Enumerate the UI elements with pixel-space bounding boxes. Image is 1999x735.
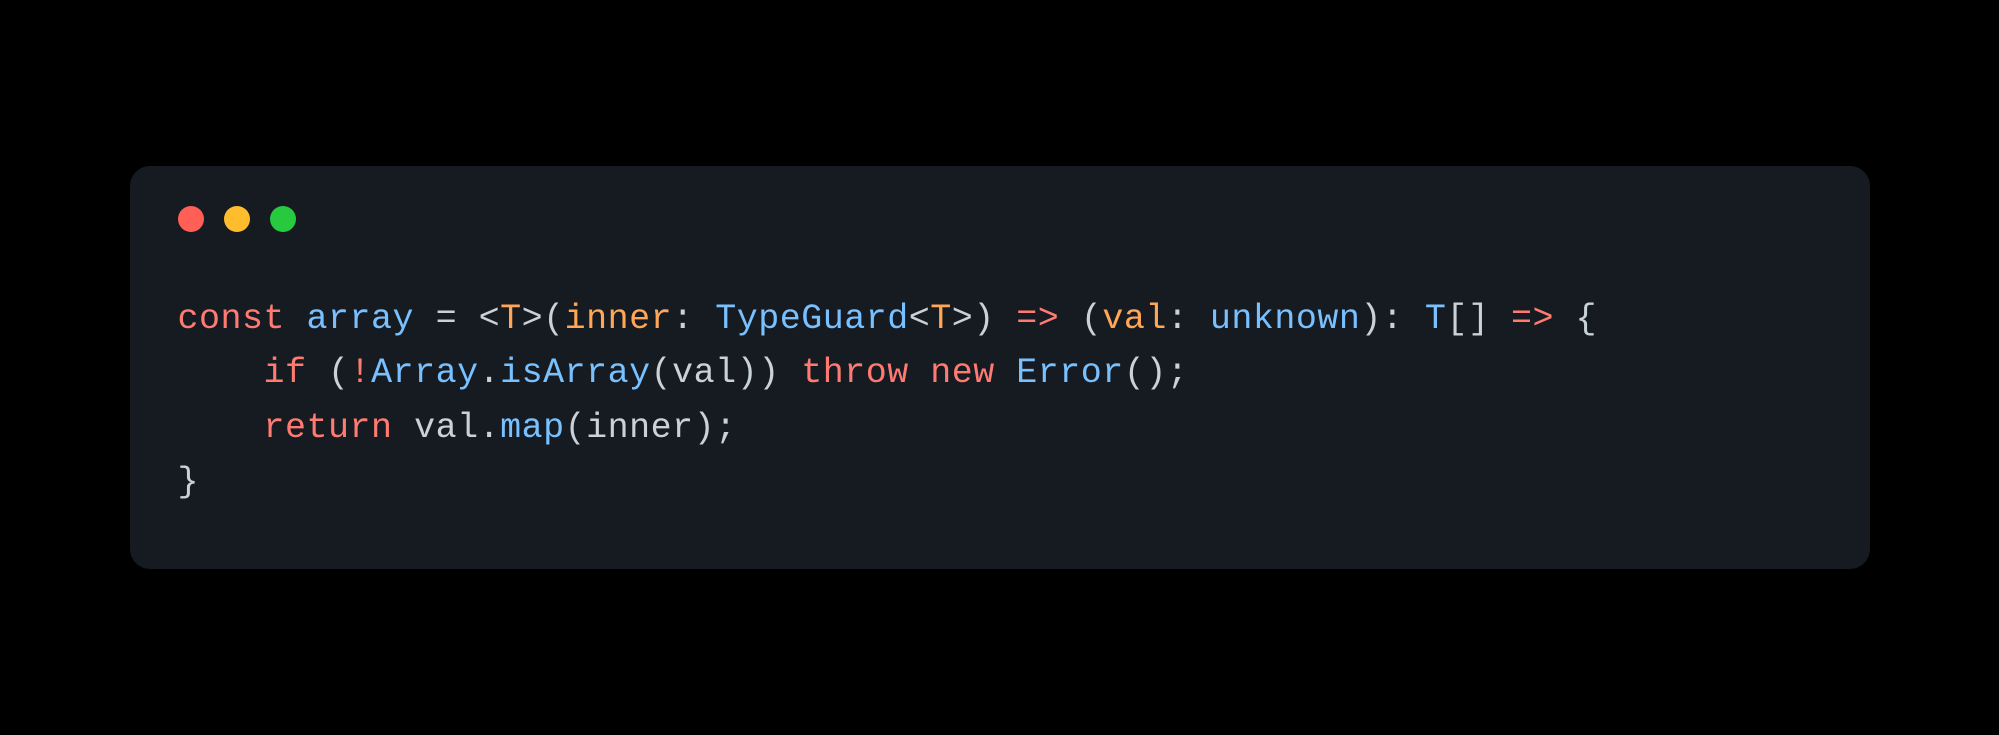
arrow-operator: => [1489,299,1575,339]
operator-not: ! [350,353,372,393]
keyword-return: return [264,408,393,448]
paren-close: ) [737,353,759,393]
type-typeguard: TypeGuard [715,299,909,339]
keyword-new: new [930,353,995,393]
method-map: map [500,408,565,448]
brace-open: { [1575,299,1597,339]
ident-inner: inner [586,408,694,448]
keyword-if: if [264,353,307,393]
angle-close: > [952,299,974,339]
function-name: array [307,299,415,339]
call-parens: () [1124,353,1167,393]
code-line-2: if (!Array.isArray(val)) throw new Error… [178,353,1189,393]
close-icon[interactable] [178,206,204,232]
class-error: Error [1016,353,1124,393]
paren-open: ( [307,353,350,393]
param-val: val [1102,299,1167,339]
space [393,408,415,448]
colon: : [1167,299,1210,339]
generic-type: T [500,299,522,339]
angle-open: < [479,299,501,339]
dot: . [479,353,501,393]
array-brackets: [] [1446,299,1489,339]
paren-open: ( [565,408,587,448]
paren-close: ) [694,408,716,448]
paren-open: ( [543,299,565,339]
semicolon: ; [1167,353,1189,393]
colon: : [1382,299,1425,339]
arrow-operator: => [995,299,1081,339]
space [909,353,931,393]
code-block: const array = <T>(inner: TypeGuard<T>) =… [178,292,1822,509]
paren-close: ) [973,299,995,339]
paren-open: ( [1081,299,1103,339]
keyword-const: const [178,299,286,339]
indent [178,408,264,448]
paren-close: ) [758,353,801,393]
code-line-3: return val.map(inner); [178,408,737,448]
return-type-t: T [1425,299,1447,339]
paren-open: ( [651,353,673,393]
param-inner: inner [565,299,673,339]
space [995,353,1017,393]
code-line-1: const array = <T>(inner: TypeGuard<T>) =… [178,299,1597,339]
brace-close: } [178,462,200,502]
keyword-throw: throw [801,353,909,393]
angle-open: < [909,299,931,339]
colon: : [672,299,715,339]
operator-equals: = [414,299,479,339]
maximize-icon[interactable] [270,206,296,232]
window-traffic-lights [178,206,1822,232]
minimize-icon[interactable] [224,206,250,232]
code-window: const array = <T>(inner: TypeGuard<T>) =… [130,166,1870,569]
indent [178,353,264,393]
ident-val: val [414,408,479,448]
generic-type: T [930,299,952,339]
angle-close: > [522,299,544,339]
class-array: Array [371,353,479,393]
semicolon: ; [715,408,737,448]
ident-val: val [672,353,737,393]
type-unknown: unknown [1210,299,1361,339]
code-line-4: } [178,462,200,502]
paren-close: ) [1360,299,1382,339]
dot: . [479,408,501,448]
method-isarray: isArray [500,353,651,393]
